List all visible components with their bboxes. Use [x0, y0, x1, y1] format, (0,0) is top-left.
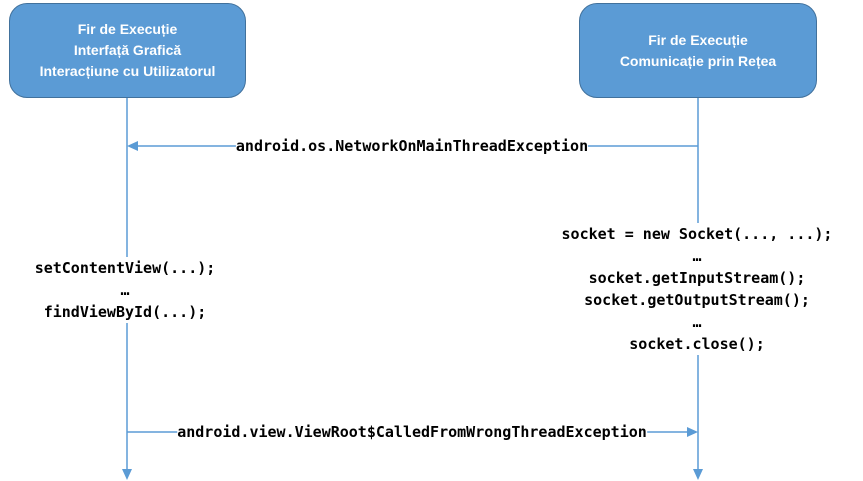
ui-code-block: setContentView(...); … findViewById(...)…	[34, 257, 216, 323]
network-code-ellipsis: …	[692, 313, 702, 331]
network-on-main-arrowhead	[127, 141, 138, 151]
sequence-diagram: Fir de Execuție Interfață Grafică Intera…	[0, 0, 863, 481]
network-code-line: socket.close();	[629, 335, 765, 353]
network-code-line: socket.getInputStream();	[588, 269, 806, 287]
ui-code-line: setContentView(...);	[34, 259, 216, 277]
network-thread-lifeline-arrowhead	[693, 469, 703, 480]
network-code-line: socket = new Socket(..., ...);	[561, 225, 833, 243]
ui-thread-title-line1: Fir de Execuție	[77, 21, 178, 37]
network-code-ellipsis: …	[692, 247, 702, 265]
ui-thread-box: Fir de Execuție Interfață Grafică Intera…	[9, 3, 246, 98]
ui-thread-lifeline-arrowhead	[122, 469, 132, 480]
network-thread-box: Fir de Execuție Comunicație prin Rețea	[579, 3, 817, 98]
ui-thread-title-line3: Interacțiune cu Utilizatorul	[39, 63, 216, 79]
network-thread-title-line2: Comunicație prin Rețea	[619, 52, 777, 69]
network-on-main-exception-label: android.os.NetworkOnMainThreadException	[235, 136, 589, 156]
wrong-thread-exception-label: android.view.ViewRoot$CalledFromWrongThr…	[177, 422, 647, 442]
network-code-line: socket.getOutputStream();	[584, 291, 810, 309]
ui-thread-title-line2: Interfață Grafică	[73, 42, 182, 58]
ui-code-line: findViewById(...);	[43, 303, 207, 321]
network-thread-title-line1: Fir de Execuție	[648, 31, 748, 48]
ui-code-ellipsis: …	[120, 281, 130, 299]
network-code-block: socket = new Socket(..., ...); … socket.…	[561, 223, 833, 355]
wrong-thread-arrowhead	[687, 427, 698, 437]
